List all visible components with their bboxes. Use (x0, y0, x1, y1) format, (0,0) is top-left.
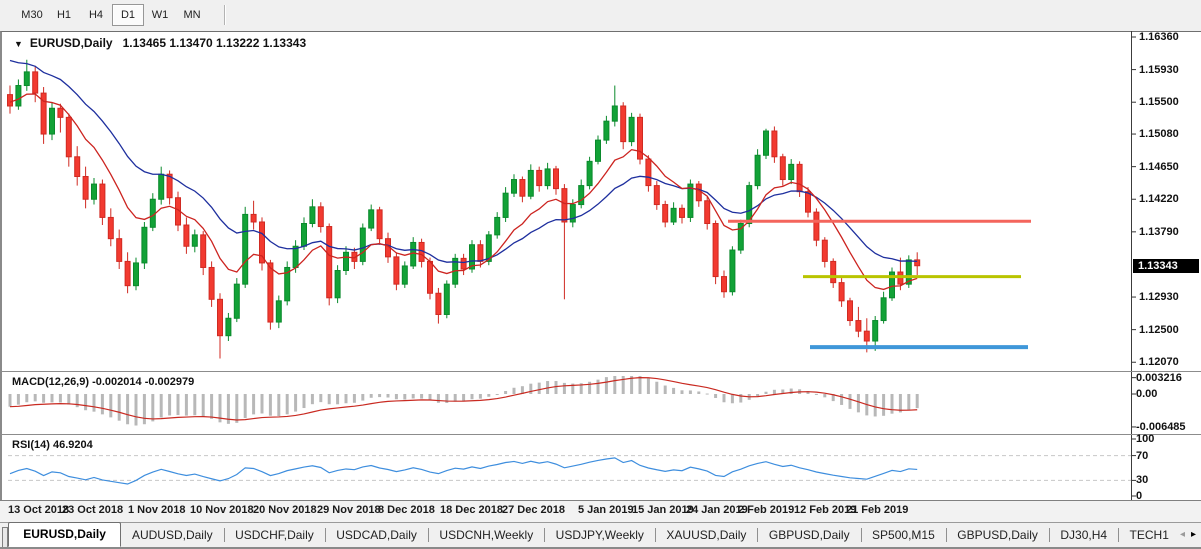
chart-tab-dj30-h4[interactable]: DJ30,H4 (1049, 523, 1118, 547)
macd-axis-tick: 0.00 (1136, 388, 1157, 400)
chart-tab-xauusd-daily[interactable]: XAUUSD,Daily (655, 523, 757, 547)
timeframe-toolbar: M30H1H4D1W1MN (0, 0, 1201, 30)
timeframe-button-mn[interactable]: MN (176, 4, 208, 26)
macd-axis-tick: 0.003216 (1136, 372, 1182, 384)
price-axis-tick: 1.12930 (1139, 291, 1179, 303)
chart-symbol-label: EURUSD,Daily (30, 36, 113, 50)
chart-tab-usdcad-daily[interactable]: USDCAD,Daily (325, 523, 428, 547)
chart-tab-usdchf-daily[interactable]: USDCHF,Daily (224, 523, 325, 547)
time-axis-label: 20 Nov 2018 (253, 504, 317, 516)
time-axis-label: 5 Jan 2019 (578, 504, 634, 516)
price-axis-tick: 1.16360 (1139, 31, 1179, 43)
time-axis-label: 21 Feb 2019 (846, 504, 908, 516)
chart-ohlc-values: 1.13465 1.13470 1.13222 1.13343 (123, 36, 307, 50)
macd-pane-splitter[interactable] (0, 371, 1201, 372)
price-axis-tick: 1.15500 (1139, 96, 1179, 108)
time-axis-label: 29 Nov 2018 (317, 504, 381, 516)
time-axis-label: 23 Oct 2018 (62, 504, 123, 516)
price-axis-tick: 1.14650 (1139, 161, 1179, 173)
price-axis-border (1131, 31, 1132, 500)
time-axis-label: 15 Jan 2019 (632, 504, 694, 516)
current-price-badge: 1.13343 (1133, 259, 1199, 273)
chart-tab-eurusd-daily[interactable]: EURUSD,Daily (8, 522, 121, 547)
chart-tab-tech1[interactable]: TECH1 (1119, 523, 1180, 547)
timeframe-button-d1[interactable]: D1 (112, 4, 144, 26)
time-axis-label: 18 Dec 2018 (440, 504, 503, 516)
chart-tab-usdcnh-weekly[interactable]: USDCNH,Weekly (428, 523, 544, 547)
chart-canvas[interactable] (0, 0, 1201, 549)
chart-tab-usdjpy-weekly[interactable]: USDJPY,Weekly (545, 523, 655, 547)
macd-indicator-label: MACD(12,26,9) -0.002014 -0.002979 (12, 376, 194, 388)
symbol-dropdown-icon[interactable]: ▼ (14, 39, 23, 49)
timeframe-button-h1[interactable]: H1 (48, 4, 80, 26)
timeframe-button-m30[interactable]: M30 (16, 4, 48, 26)
chart-title: ▼ EURUSD,Daily 1.13465 1.13470 1.13222 1.1… (14, 36, 306, 50)
rsi-axis-tick: 30 (1136, 474, 1148, 486)
chart-tab-gbpusd-daily[interactable]: GBPUSD,Daily (758, 523, 861, 547)
timeframe-button-w1[interactable]: W1 (144, 4, 176, 26)
price-axis-tick: 1.15080 (1139, 128, 1179, 140)
time-axis-label: 10 Nov 2018 (190, 504, 254, 516)
time-axis-label: 8 Dec 2018 (378, 504, 435, 516)
rsi-pane-splitter[interactable] (0, 434, 1201, 435)
time-axis-label: 13 Oct 2018 (8, 504, 69, 516)
chart-tab-audusd-daily[interactable]: AUDUSD,Daily (121, 523, 224, 547)
tab-scroll-left-icon[interactable]: ◂ (1180, 530, 1185, 540)
time-axis-label: 27 Dec 2018 (502, 504, 565, 516)
rsi-indicator-label: RSI(14) 46.9204 (12, 439, 93, 451)
chart-tab-bar: EURUSD,DailyAUDUSD,DailyUSDCHF,DailyUSDC… (0, 522, 1201, 549)
rsi-axis-tick: 100 (1136, 433, 1154, 445)
chart-tab-gbpusd-daily[interactable]: GBPUSD,Daily (946, 523, 1049, 547)
rsi-axis-tick: 70 (1136, 450, 1148, 462)
time-axis-label: 2 Feb 2019 (738, 504, 794, 516)
price-axis-tick: 1.12070 (1139, 356, 1179, 368)
tab-scroll-right-icon[interactable]: ▸ (1191, 530, 1196, 540)
toolbar-separator (224, 5, 226, 25)
price-axis-tick: 1.14220 (1139, 193, 1179, 205)
timeframe-button-h4[interactable]: H4 (80, 4, 112, 26)
chart-tab-sp500-m15[interactable]: SP500,M15 (861, 523, 946, 547)
price-axis-tick: 1.15930 (1139, 64, 1179, 76)
time-axis-label: 1 Nov 2018 (128, 504, 185, 516)
macd-axis-tick: -0.006485 (1136, 421, 1186, 433)
price-axis-tick: 1.13790 (1139, 226, 1179, 238)
price-axis-tick: 1.12500 (1139, 324, 1179, 336)
rsi-axis-tick: 0 (1136, 490, 1142, 502)
